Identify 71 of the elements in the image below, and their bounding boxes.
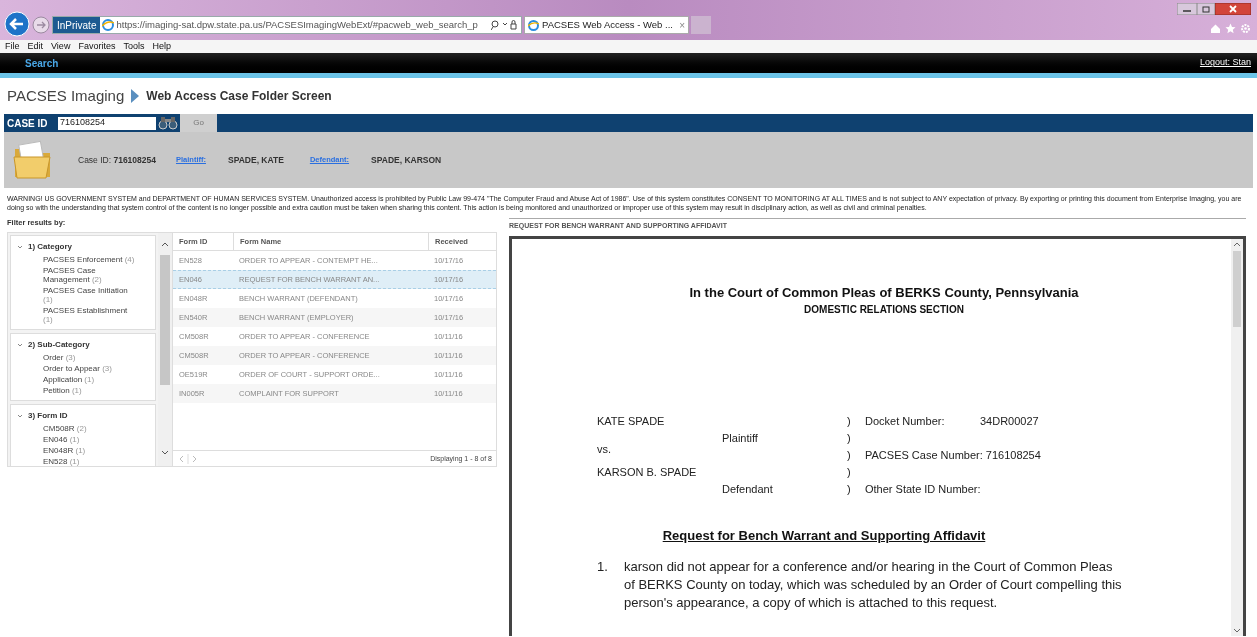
forward-button[interactable] (32, 16, 50, 34)
filter-option[interactable]: PACSES Enforcement (4) (17, 255, 149, 265)
filter-option[interactable]: Application (1) (17, 375, 149, 385)
parenthesis: ) (847, 448, 852, 463)
parenthesis: ) (847, 414, 852, 429)
browser-logo-icon (528, 19, 539, 31)
field-label: Other State ID Number: (865, 482, 981, 497)
filter-group-title: 3) Form ID (28, 410, 68, 423)
binoculars-icon[interactable] (158, 116, 178, 130)
case-id-text: Case ID: 716108254 (78, 153, 156, 167)
court-heading: In the Court of Common Pleas of BERKS County, Pennsylvania (688, 283, 1080, 302)
filter-group-title: 2) Sub-Category (28, 339, 90, 352)
filter-option[interactable]: EN048R (1) (17, 446, 149, 456)
parenthesis: ) (847, 465, 852, 480)
filter-option[interactable]: EN046 (1) (17, 435, 149, 445)
field-label: PACSES Case Number: (865, 448, 983, 463)
chevron-down-icon[interactable] (17, 342, 23, 349)
app-title: PACSES Imaging (7, 85, 125, 106)
section-heading: DOMESTIC RELATIONS SECTION (803, 303, 965, 317)
menu-item[interactable]: Edit (27, 42, 44, 51)
case-id-label: CASE ID (6, 116, 49, 131)
affidavit-heading: Request for Bench Warrant and Supporting Affidavit (661, 527, 987, 545)
scrollbar[interactable] (1231, 238, 1243, 636)
field-label: Docket Number: (865, 414, 946, 429)
scrollbar[interactable] (158, 233, 172, 467)
menu-item[interactable]: File (5, 42, 20, 51)
defendant-name: SPADE, KARSON (371, 153, 442, 167)
tab-close-button[interactable]: × (679, 17, 685, 33)
menu-item[interactable]: Favorites (78, 42, 116, 51)
chevron-down-icon[interactable] (17, 413, 23, 420)
logout-link[interactable]: Logout: Stan (1199, 56, 1251, 70)
versus-text: vs. (597, 442, 613, 457)
field-value: 716108254 (985, 448, 1041, 463)
menu-item[interactable]: Tools (123, 42, 145, 51)
page-title: Web Access Case Folder Screen (146, 88, 332, 105)
folder-icon (12, 139, 54, 181)
parenthesis: ) (847, 431, 852, 446)
list-number: 1. (597, 557, 609, 576)
menu-item[interactable]: Help (152, 42, 171, 51)
filter-group-title: 1) Category (28, 241, 72, 254)
restore-button[interactable] (1197, 3, 1215, 15)
tab-title: PACSES Web Access - Web ... (542, 17, 674, 32)
filter-option[interactable]: Order to Appear (3) (17, 364, 149, 374)
star-icon[interactable] (1225, 23, 1236, 34)
menu-item[interactable]: View (51, 42, 71, 51)
filter-option[interactable]: Order (3) (17, 353, 149, 363)
home-icon[interactable] (1210, 23, 1221, 34)
chevron-down-icon[interactable] (17, 244, 23, 251)
back-button[interactable] (4, 11, 30, 37)
party-name: KATE SPADE (597, 414, 666, 429)
case-id-field[interactable]: 716108254 (58, 116, 156, 130)
filter-option[interactable]: CM508R (2) (17, 424, 149, 434)
filter-option[interactable]: PACSES Establishment (1) (17, 306, 149, 325)
minimize-button[interactable] (1177, 3, 1197, 15)
filter-option[interactable]: PACSES Case Management (2) (17, 266, 149, 285)
pager-arrows-icon[interactable] (177, 453, 199, 464)
party-name: KARSON B. SPADE (597, 465, 698, 480)
search-link[interactable]: Search (25, 55, 59, 71)
close-button[interactable] (1215, 3, 1251, 15)
paragraph: karson did not appear for a conference and/or hearing in the Court of Common Pleas of BERKS County on today, which was scheduled by an Order of Court compelling this person's appearance, a copy of which is attached to this request. (624, 557, 1123, 612)
settings-icon[interactable] (1240, 23, 1251, 34)
filter-option[interactable]: EN528 (1) (17, 457, 149, 467)
filter-option[interactable]: Petition (1) (17, 386, 149, 396)
chevron-icon (131, 89, 140, 103)
parenthesis: ) (847, 482, 852, 497)
party-role: Plaintiff (722, 431, 759, 446)
plaintiff-name: SPADE, KATE (228, 153, 284, 167)
browser-tab[interactable]: PACSES Web Access - Web ... × (524, 16, 689, 34)
filter-option[interactable]: PACSES Case Initiation (1) (17, 286, 149, 305)
field-value: 34DR00027 (980, 414, 1039, 429)
party-role: Defendant (722, 482, 774, 497)
